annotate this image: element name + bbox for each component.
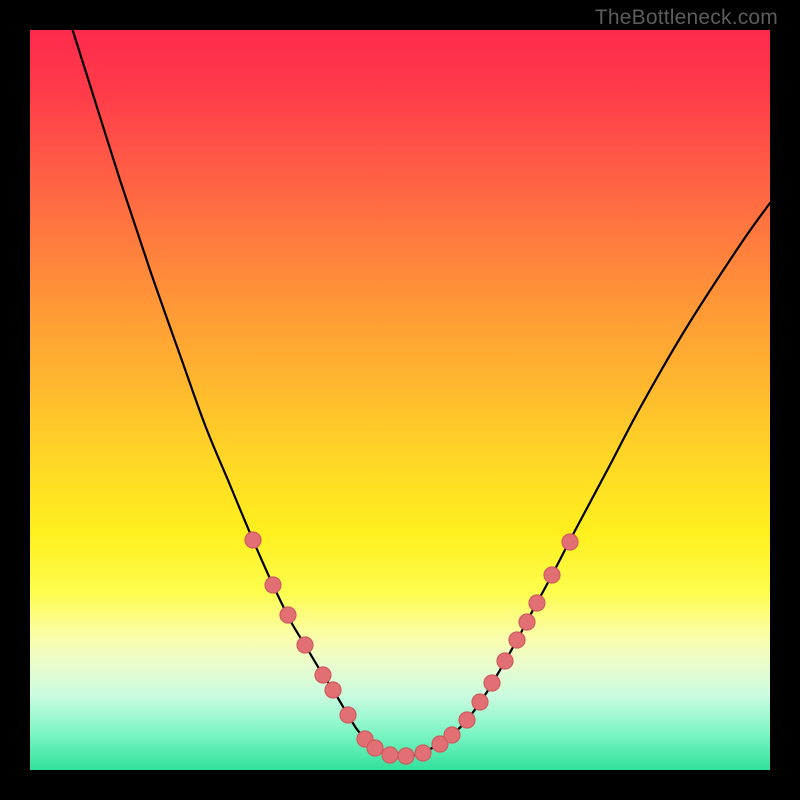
data-dot bbox=[245, 532, 261, 548]
data-dot bbox=[484, 675, 500, 691]
data-dot bbox=[497, 653, 513, 669]
chart-plot-area bbox=[30, 30, 770, 770]
data-dot bbox=[367, 740, 383, 756]
data-dot bbox=[265, 577, 281, 593]
chart-frame: TheBottleneck.com bbox=[0, 0, 800, 800]
data-dot bbox=[382, 747, 398, 763]
data-dot bbox=[562, 534, 578, 550]
chart-svg bbox=[30, 30, 770, 770]
data-dot bbox=[280, 607, 296, 623]
data-dot bbox=[544, 567, 560, 583]
data-dot bbox=[472, 694, 488, 710]
data-dots bbox=[245, 532, 578, 764]
data-dot bbox=[315, 667, 331, 683]
data-dot bbox=[415, 745, 431, 761]
data-dot bbox=[519, 614, 535, 630]
data-dot bbox=[509, 632, 525, 648]
data-dot bbox=[444, 727, 460, 743]
data-dot bbox=[459, 712, 475, 728]
data-dot bbox=[297, 637, 313, 653]
watermark-text: TheBottleneck.com bbox=[595, 6, 778, 30]
data-dot bbox=[398, 748, 414, 764]
data-dot bbox=[325, 682, 341, 698]
curve-line bbox=[60, 0, 770, 756]
data-dot bbox=[340, 707, 356, 723]
data-dot bbox=[529, 595, 545, 611]
